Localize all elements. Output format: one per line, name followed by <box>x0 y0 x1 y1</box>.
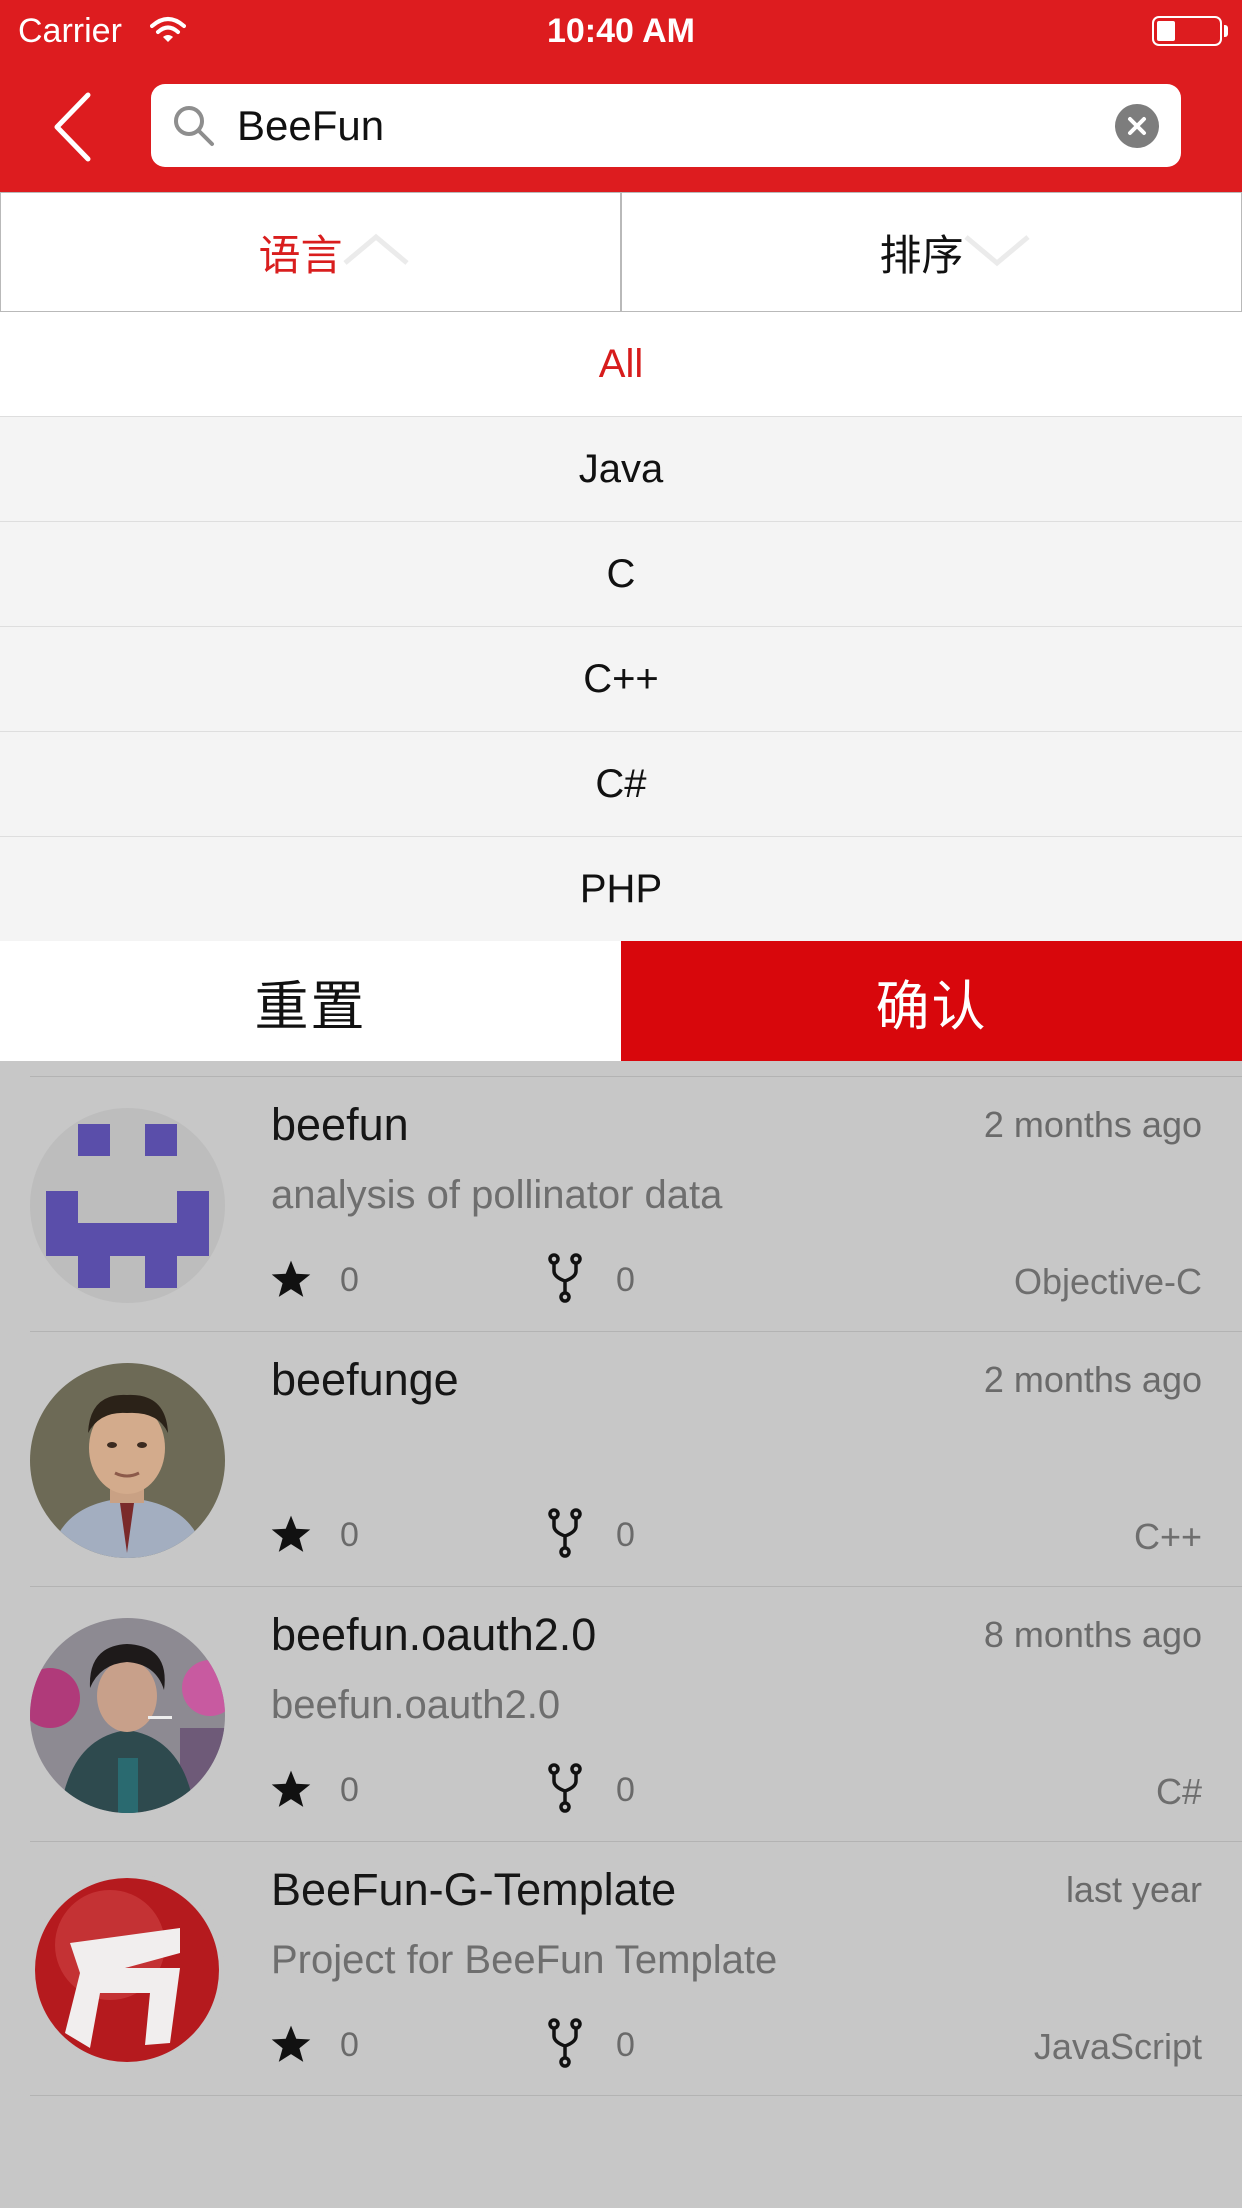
dropdown-actions: 重置 确认 <box>0 941 1242 1061</box>
navigation-header: Carrier 10:40 AM <box>0 0 1242 192</box>
avatar <box>30 1363 225 1558</box>
star-count: 0 <box>340 1261 359 1299</box>
chevron-down-icon <box>964 235 1030 267</box>
status-time: 10:40 AM <box>546 12 696 50</box>
repo-language: JavaScript <box>1033 2026 1202 2067</box>
tab-language-label: 语言 <box>258 231 343 279</box>
battery-level <box>1157 21 1175 41</box>
avatar <box>30 1108 225 1303</box>
repo-list: beefun 2 months ago analysis of pollinat… <box>0 1076 1242 2096</box>
star-icon <box>271 1260 311 1297</box>
language-dropdown: All Java C C++ C# PHP <box>0 312 1242 942</box>
street-photo-avatar <box>30 1618 225 1813</box>
portrait-avatar <box>30 1363 225 1558</box>
repo-name: beefun <box>271 1099 409 1150</box>
repo-language: C# <box>1155 1771 1202 1812</box>
red-logo-avatar <box>30 1873 225 2068</box>
star-icon <box>271 2025 311 2062</box>
repo-row[interactable]: BeeFun-G-Template last year Project for … <box>30 1841 1242 2096</box>
star-count: 0 <box>340 1771 359 1809</box>
repo-updated-time: 2 months ago <box>983 1359 1202 1400</box>
option-cpp[interactable]: C++ <box>0 627 1242 732</box>
battery-icon <box>1152 16 1222 46</box>
option-java[interactable]: Java <box>0 417 1242 522</box>
fork-count: 0 <box>616 1516 635 1554</box>
confirm-button[interactable]: 确认 <box>621 941 1242 1061</box>
option-all[interactable]: All <box>0 312 1242 417</box>
search-input[interactable] <box>237 84 1077 167</box>
search-box[interactable] <box>151 84 1181 167</box>
star-count: 0 <box>340 1516 359 1554</box>
status-bar: Carrier 10:40 AM <box>0 0 1242 62</box>
repo-description: analysis of pollinator data <box>271 1173 723 1217</box>
repo-updated-time: last year <box>1065 1869 1202 1910</box>
repo-name: beefun.oauth2.0 <box>271 1609 597 1660</box>
option-csharp[interactable]: C# <box>0 732 1242 837</box>
battery-tip <box>1224 25 1228 37</box>
repo-row[interactable]: beefunge 2 months ago 0 0 C++ <box>30 1331 1242 1586</box>
tab-language[interactable]: 语言 <box>0 192 621 312</box>
avatar <box>30 1873 225 2068</box>
avatar <box>30 1618 225 1813</box>
repo-updated-time: 8 months ago <box>983 1614 1202 1655</box>
fork-count: 0 <box>616 2026 635 2064</box>
chevron-up-icon <box>343 233 409 265</box>
option-php[interactable]: PHP <box>0 837 1242 942</box>
fork-count: 0 <box>616 1771 635 1809</box>
repo-updated-time: 2 months ago <box>983 1104 1202 1145</box>
chevron-left-icon <box>54 92 91 162</box>
repo-language: Objective-C <box>1013 1261 1202 1302</box>
fork-icon <box>548 2018 582 2068</box>
fork-count: 0 <box>616 1261 635 1299</box>
tab-sort-label: 排序 <box>879 231 964 279</box>
clear-search-button[interactable] <box>1115 104 1159 148</box>
star-icon <box>271 1515 311 1552</box>
repo-description: beefun.oauth2.0 <box>271 1683 561 1727</box>
tab-sort[interactable]: 排序 <box>621 192 1242 312</box>
reset-button[interactable]: 重置 <box>0 941 621 1061</box>
repo-description: Project for BeeFun Template <box>271 1938 778 1982</box>
filter-bar: 语言 排序 <box>0 192 1242 312</box>
repo-row[interactable]: beefun 2 months ago analysis of pollinat… <box>30 1076 1242 1331</box>
repo-name: BeeFun-G-Template <box>271 1864 677 1915</box>
close-icon <box>1128 117 1146 135</box>
identicon-avatar <box>30 1108 225 1303</box>
option-c[interactable]: C <box>0 522 1242 627</box>
search-icon <box>171 103 215 152</box>
repo-row[interactable]: beefun.oauth2.0 8 months ago beefun.oaut… <box>30 1586 1242 1841</box>
fork-icon <box>548 1508 582 1558</box>
star-count: 0 <box>340 2026 359 2064</box>
fork-icon <box>548 1253 582 1303</box>
repo-language: C++ <box>1133 1516 1202 1557</box>
repo-name: beefunge <box>271 1354 459 1405</box>
fork-icon <box>548 1763 582 1813</box>
star-icon <box>271 1770 311 1807</box>
back-button[interactable] <box>42 82 102 172</box>
